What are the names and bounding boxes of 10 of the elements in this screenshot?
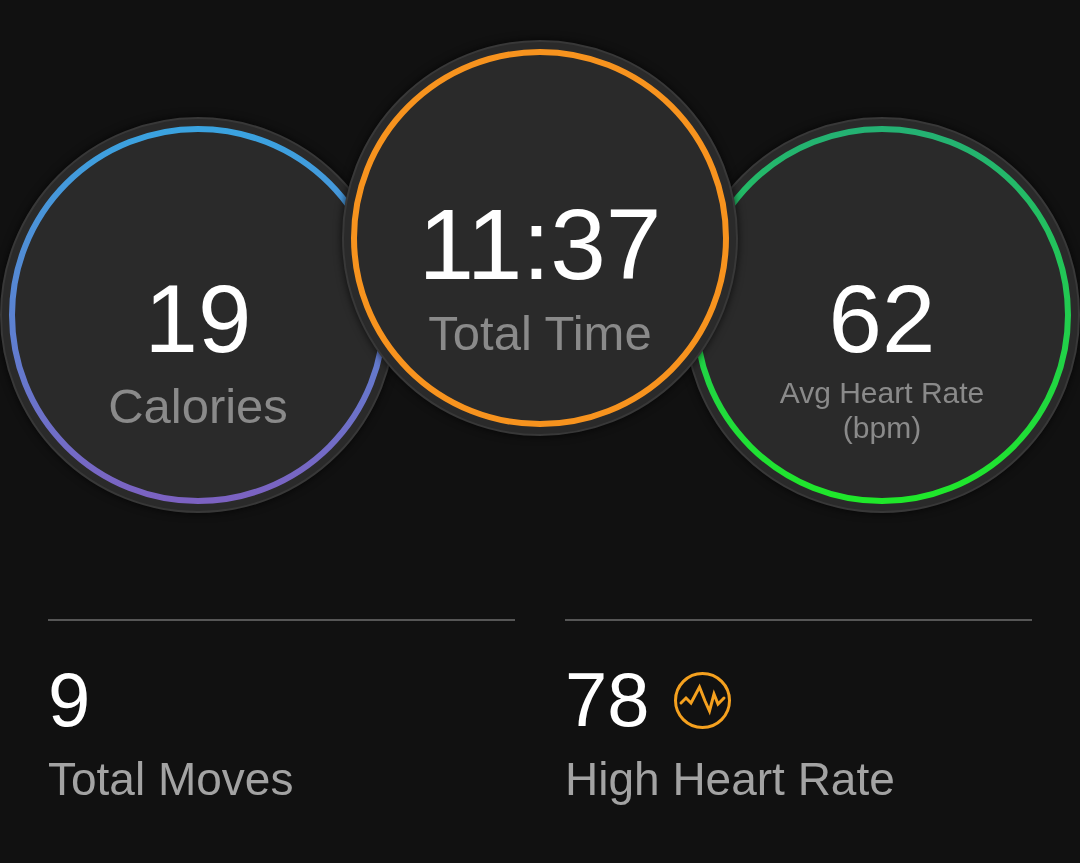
metric-unit: (bpm) [842, 410, 922, 445]
metric-label: Calories [108, 382, 288, 431]
stat-value: 9 [48, 662, 91, 738]
metric-label: Avg Heart Rate [779, 376, 985, 411]
metric-value: 62 [828, 271, 936, 367]
stat-value: 78 [565, 662, 650, 738]
metric-value: 11:37 [418, 194, 662, 294]
metric-value: 19 [144, 271, 252, 367]
stat-label: Total Moves [48, 756, 294, 802]
metric-label: Total Time [428, 309, 652, 358]
